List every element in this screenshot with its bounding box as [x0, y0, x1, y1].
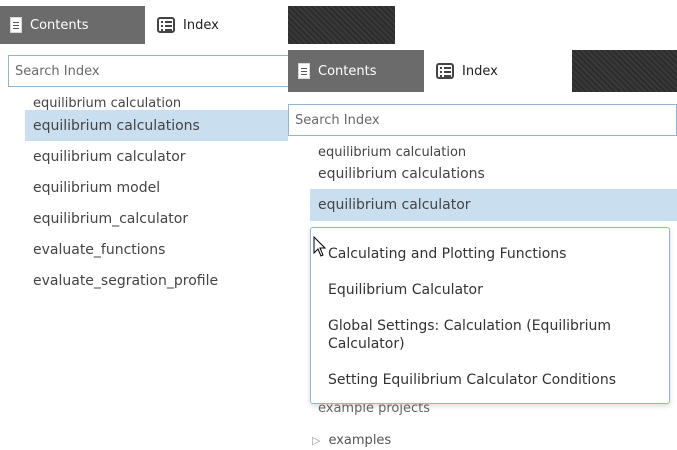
back-tab-index-label: Index — [183, 17, 219, 33]
popup-item[interactable]: Global Settings: Calculation (Equilibriu… — [328, 317, 646, 353]
list-item[interactable]: evaluate_functions — [25, 234, 288, 265]
list-item[interactable]: equilibrium calculation — [310, 145, 677, 159]
document-icon — [298, 63, 310, 79]
list-icon — [436, 63, 454, 79]
list-icon — [157, 17, 175, 33]
list-item[interactable]: evaluate_segration_profile — [25, 265, 288, 296]
front-tab-index-label: Index — [462, 63, 498, 79]
front-index-list: equilibrium calculation equilibrium calc… — [310, 145, 677, 221]
list-item[interactable]: equilibrium_calculator — [25, 203, 288, 234]
list-item-selected[interactable]: equilibrium calculator — [310, 189, 677, 221]
back-tab-index[interactable]: Index — [145, 6, 288, 44]
front-tab-contents[interactable]: Contents — [288, 50, 424, 92]
back-index-list: equilibrium calculation equilibrium calc… — [25, 96, 288, 296]
popup-item[interactable]: Setting Equilibrium Calculator Condition… — [328, 371, 616, 389]
back-tab-contents[interactable]: Contents — [0, 6, 145, 44]
front-search-input[interactable]: Search Index — [288, 104, 677, 136]
list-item-expandable[interactable]: ▷ examples — [310, 433, 391, 448]
list-item[interactable]: equilibrium model — [25, 172, 288, 203]
popup-item[interactable]: Calculating and Plotting Functions — [328, 245, 566, 263]
list-item[interactable]: equilibrium calculations — [310, 159, 677, 189]
front-tab-contents-label: Contents — [318, 63, 377, 79]
popup-item[interactable]: Equilibrium Calculator — [328, 281, 483, 299]
list-item-selected[interactable]: equilibrium calculations — [25, 110, 288, 141]
topic-popup: Calculating and Plotting Functions Equil… — [310, 227, 670, 404]
front-tab-index[interactable]: Index — [424, 50, 572, 92]
list-item[interactable]: equilibrium calculation — [25, 96, 288, 110]
document-icon — [10, 17, 22, 33]
back-search-input[interactable]: Search Index — [8, 55, 308, 87]
back-tab-contents-label: Contents — [30, 17, 89, 33]
front-search-placeholder: Search Index — [295, 112, 380, 128]
back-search-placeholder: Search Index — [15, 63, 100, 79]
chevron-right-icon[interactable]: ▷ — [312, 434, 320, 447]
list-item[interactable]: equilibrium calculator — [25, 141, 288, 172]
mouse-cursor-icon — [313, 236, 327, 257]
